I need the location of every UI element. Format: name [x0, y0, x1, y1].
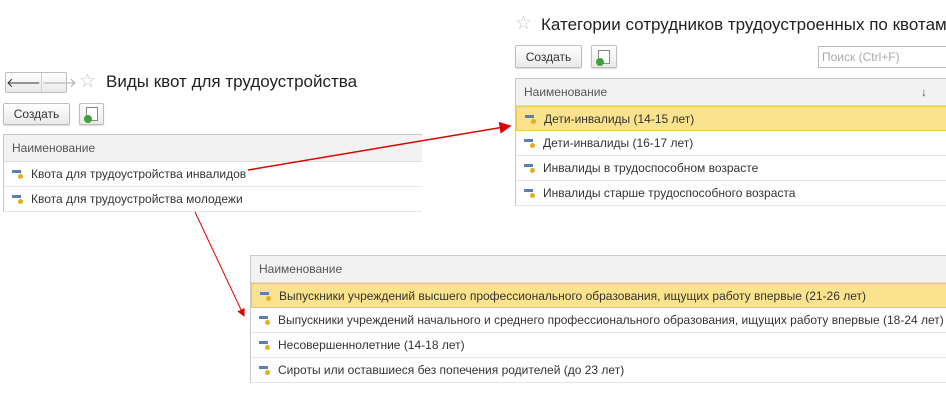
arrow-to-youth-categories — [194, 211, 245, 317]
arrow-to-disabled-categories — [247, 121, 512, 171]
annotation-arrows — [194, 121, 512, 317]
